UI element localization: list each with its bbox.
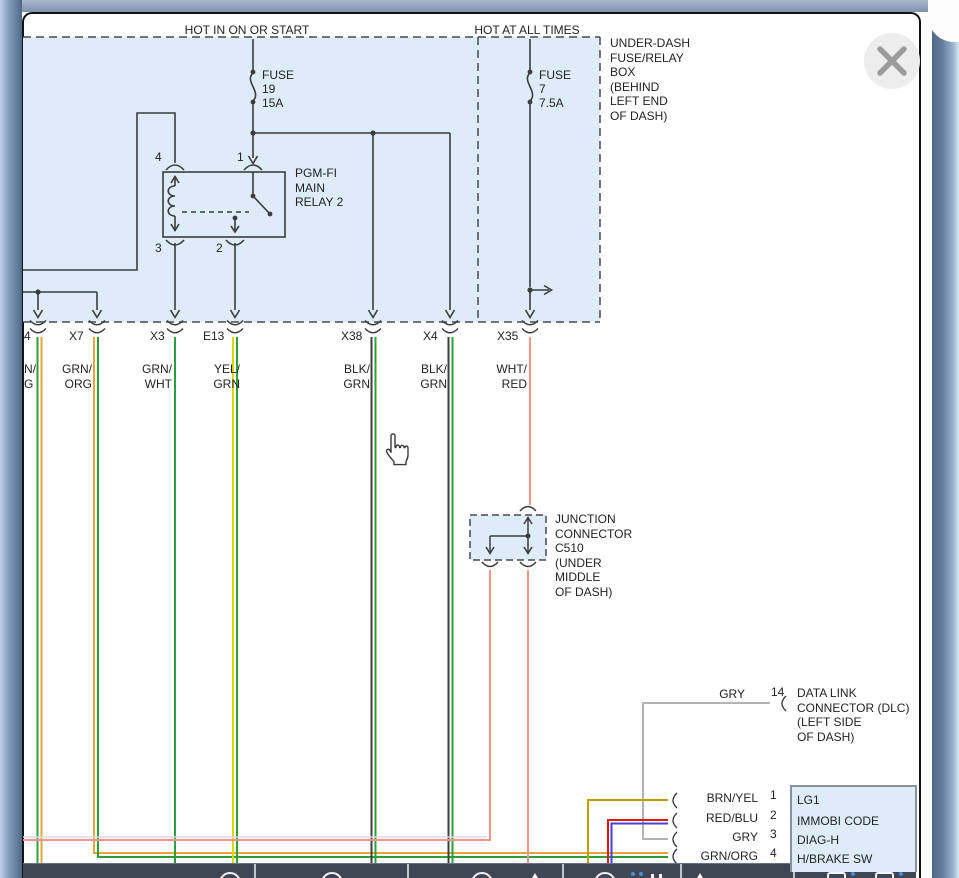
hot-in-on-or-start-label: HOT IN ON OR START <box>172 23 322 38</box>
triangle-up-icon[interactable] <box>527 873 543 878</box>
dlc-wire-label: GRY <box>700 687 745 702</box>
connector-id: X7 <box>69 329 84 344</box>
toolbar-divider <box>254 864 256 878</box>
fusebox-note: UNDER-DASH FUSE/RELAY BOX (BEHIND LEFT E… <box>610 36 690 123</box>
pin-number: 2 <box>770 808 777 823</box>
dlc-note: DATA LINK CONNECTOR (DLC) (LEFT SIDE OF … <box>797 686 909 744</box>
connector-id: X4 <box>423 329 438 344</box>
pin-number: 3 <box>770 827 777 842</box>
pin-number: 4 <box>770 846 777 861</box>
pin-destination: DIAG-H <box>797 833 839 848</box>
background-left-strip <box>0 0 22 878</box>
bottom-toolbar <box>23 863 916 878</box>
background-top-band <box>0 0 959 12</box>
connector-id: 4 <box>24 329 31 344</box>
wire-color-label: BLK/ GRN <box>387 362 447 391</box>
fuse-19-number: 19 <box>262 82 275 97</box>
fuse-7-number: 7 <box>539 82 546 97</box>
columns-icon[interactable] <box>651 874 654 878</box>
wire-color-label: YEL/ GRN <box>180 362 240 391</box>
dot-icon[interactable] <box>631 872 635 876</box>
square-icon[interactable] <box>827 872 846 878</box>
connector-id: X35 <box>497 329 518 344</box>
hot-at-all-times-label: HOT AT ALL TIMES <box>452 23 602 38</box>
pin-destination: H/BRAKE SW <box>797 852 872 867</box>
ring-icon[interactable] <box>594 872 616 878</box>
wiring-diagram-viewer: HOT IN ON OR START HOT AT ALL TIMES FUSE… <box>0 0 959 878</box>
fuse-19-title: FUSE <box>262 68 294 83</box>
dlc-pin-number: 14 <box>771 685 784 700</box>
relay-pin-4: 4 <box>155 150 162 165</box>
dot-icon[interactable] <box>639 872 643 876</box>
square-icon[interactable] <box>875 872 894 878</box>
junction-connector-note: JUNCTION CONNECTOR C510 (UNDER MIDDLE OF… <box>555 512 632 599</box>
pin-number: 1 <box>770 788 777 803</box>
close-x-icon <box>864 33 920 89</box>
diagram-popup-window <box>22 12 921 878</box>
dot-icon[interactable] <box>899 872 903 876</box>
pin-wire-label: GRN/ORG <box>688 849 758 864</box>
connector-id: X3 <box>150 329 165 344</box>
circle-icon[interactable] <box>219 872 241 878</box>
wire-color-label: GRN/ ORG <box>32 362 92 391</box>
pin-destination: IMMOBI CODE <box>797 814 879 829</box>
connector-id: X38 <box>341 329 362 344</box>
fuse-7-rating: 7.5A <box>539 96 564 111</box>
dot-icon[interactable] <box>851 872 855 876</box>
toolbar-divider <box>680 864 682 878</box>
toolbar-divider <box>407 864 409 878</box>
relay-pin-2: 2 <box>216 241 223 256</box>
relay-pin-1: 1 <box>237 150 244 165</box>
columns-icon[interactable] <box>659 874 662 878</box>
wire-color-label: WHT/ RED <box>467 362 527 391</box>
relay-pin-3: 3 <box>155 241 162 256</box>
arrow-up-icon[interactable] <box>692 873 708 878</box>
pin-destination: LG1 <box>797 793 820 808</box>
pin-wire-label: BRN/YEL <box>688 791 758 806</box>
pin-wire-label: RED/BLU <box>688 811 758 826</box>
relay-name-label: PGM-FI MAIN RELAY 2 <box>295 166 343 210</box>
circle-icon[interactable] <box>471 872 493 878</box>
fuse-7-title: FUSE <box>539 68 571 83</box>
fuse-19-rating: 15A <box>262 96 283 111</box>
pin-wire-label: GRY <box>688 830 758 845</box>
wire-color-label: BLK/ GRN <box>310 362 370 391</box>
circle-icon[interactable] <box>321 872 343 878</box>
connector-id: E13 <box>203 329 224 344</box>
background-right-strip <box>932 0 959 878</box>
toolbar-divider <box>562 864 564 878</box>
close-button[interactable] <box>864 33 920 89</box>
wire-color-label: GRN/ WHT <box>112 362 172 391</box>
